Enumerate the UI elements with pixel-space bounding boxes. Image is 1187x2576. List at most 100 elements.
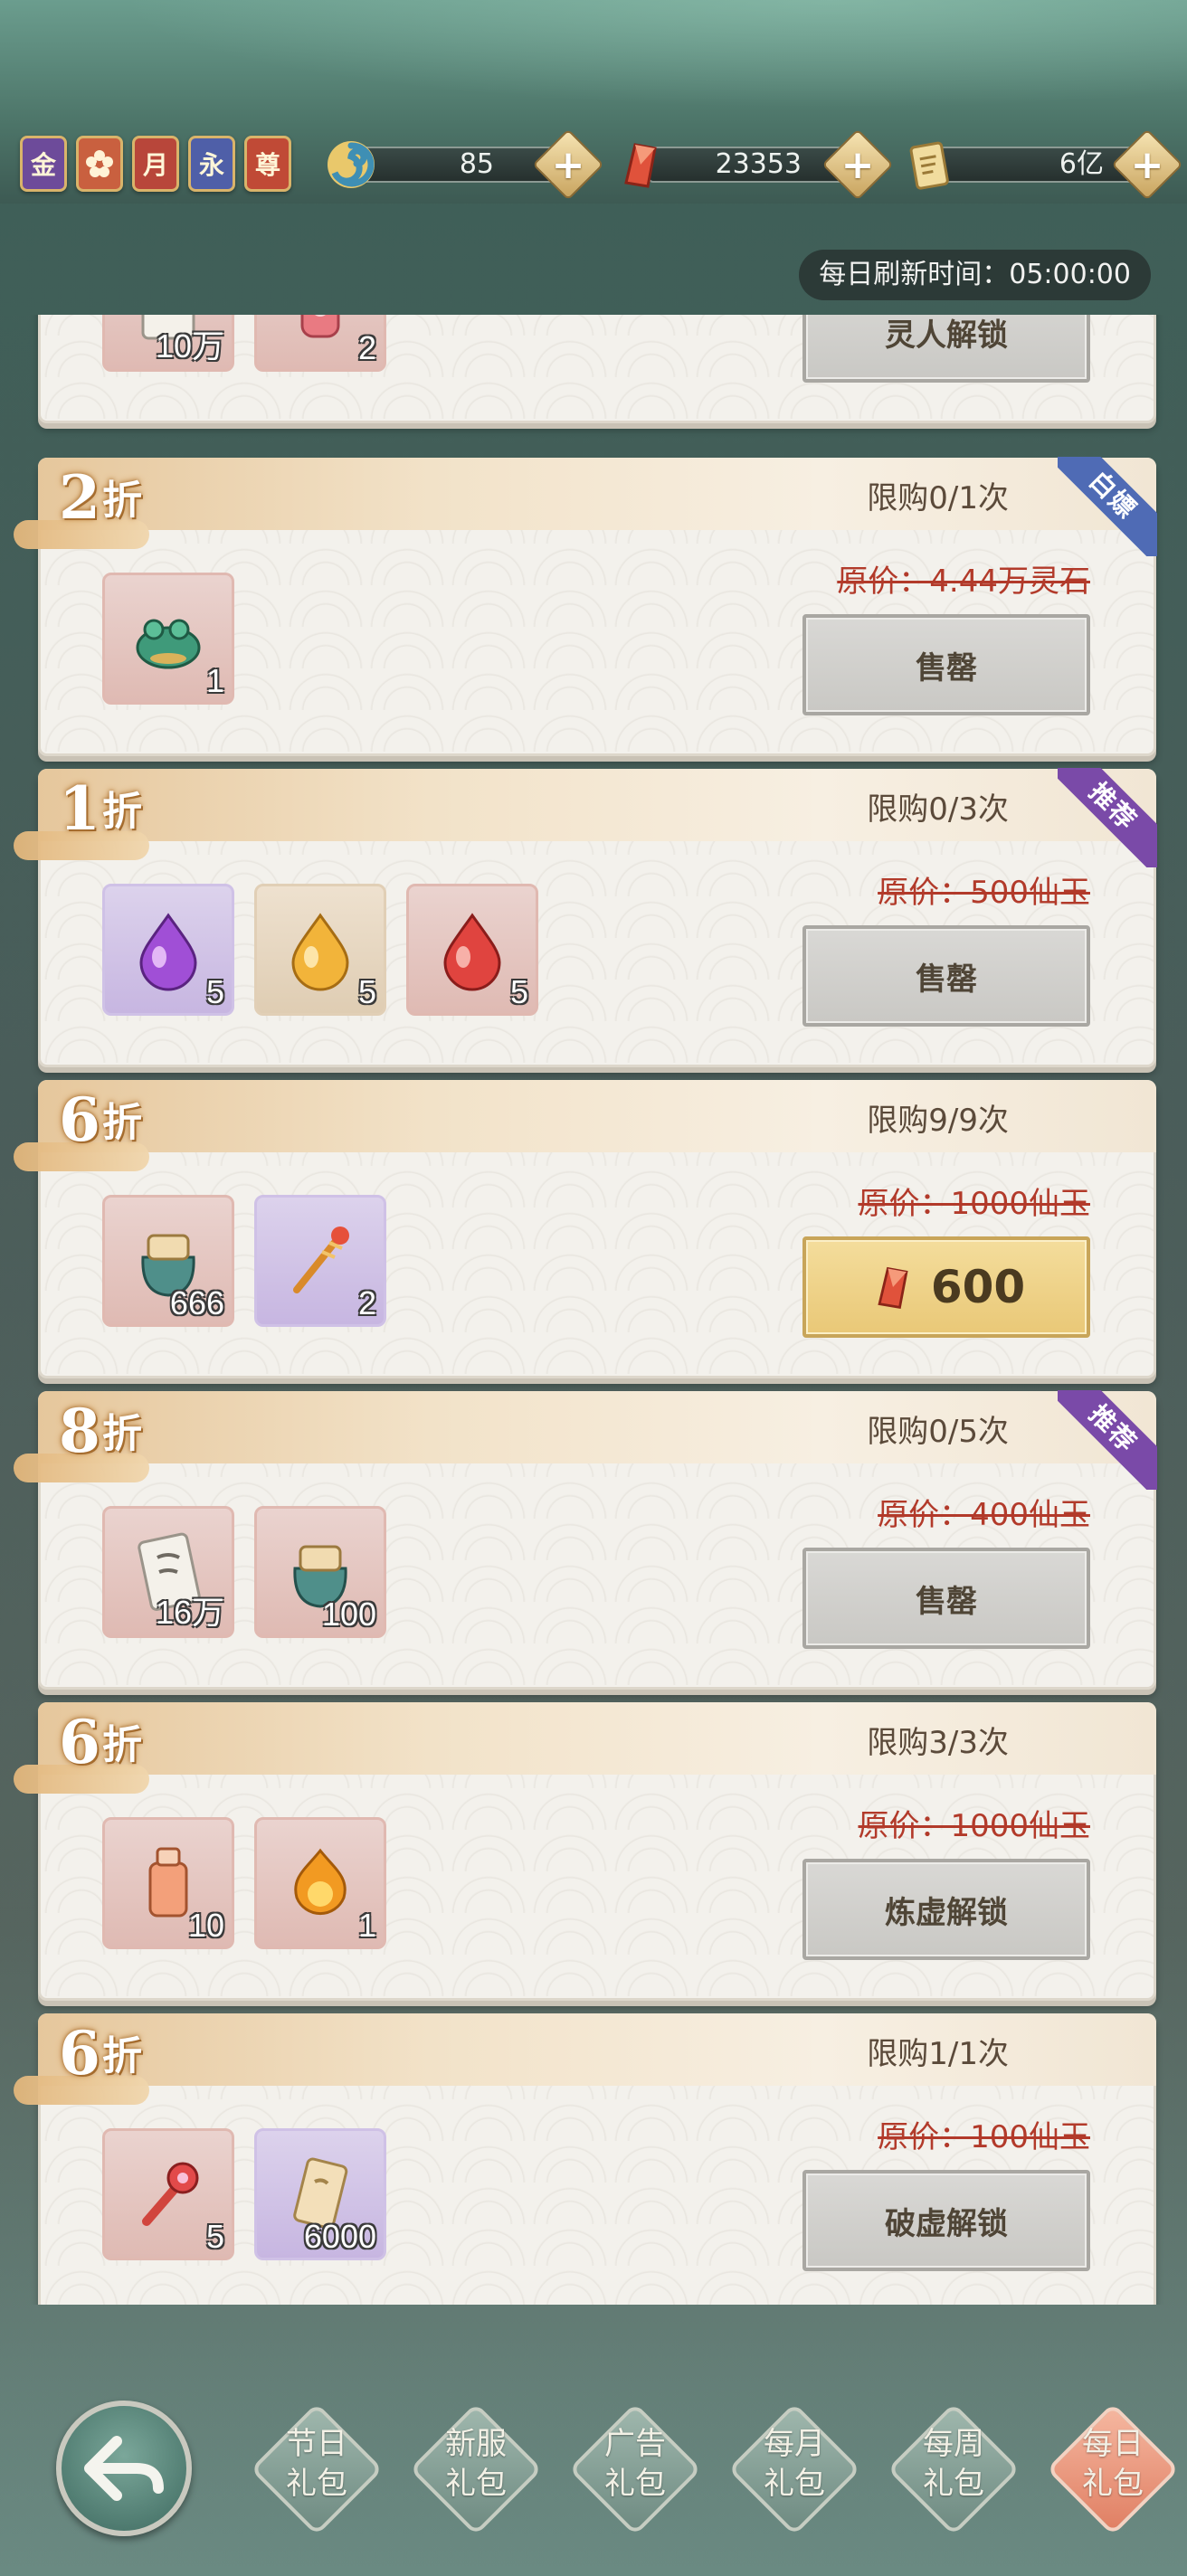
purple-gem-icon: [139, 913, 197, 991]
item-slot[interactable]: 1: [102, 573, 234, 705]
pack-card: 10万 2 灵人解锁: [38, 315, 1156, 423]
item-slot[interactable]: 16万: [102, 1506, 234, 1638]
original-price: 原价：100仙玉: [878, 2119, 1090, 2155]
original-price: 原价：400仙玉: [878, 1497, 1090, 1533]
purchase-limit: 限购0/3次: [867, 791, 1009, 828]
item-quantity: 1: [205, 662, 224, 699]
item-slot[interactable]: 1: [254, 1817, 386, 1949]
item-quantity: 666: [169, 1284, 224, 1321]
item-slot[interactable]: 5: [254, 884, 386, 1016]
discount-label: 6折: [59, 1707, 142, 1777]
red-jade-icon: [878, 1266, 908, 1310]
item-slot[interactable]: 5: [102, 884, 234, 1016]
original-price: 原价：500仙玉: [878, 875, 1090, 911]
badge-flower[interactable]: [76, 136, 123, 192]
daily-pack-list[interactable]: 10万 2 灵人解锁 2折 限购0/1次 白嫖 原价：4.44万灵石 1 售罄 …: [0, 315, 1187, 2305]
item-slot[interactable]: 5: [406, 884, 538, 1016]
tab-new-server-pack[interactable]: 新服 礼包: [409, 2402, 543, 2536]
item-quantity: 5: [509, 973, 528, 1010]
item-slot[interactable]: 100: [254, 1506, 386, 1638]
discount-label: 8折: [59, 1396, 142, 1466]
item-quantity: 5: [205, 973, 224, 1010]
discount-label: 1折: [59, 773, 142, 844]
add-spirit-button[interactable]: +: [532, 128, 604, 201]
red-jade-icon: [612, 136, 669, 194]
badge-supreme[interactable]: 尊: [244, 136, 291, 192]
back-button[interactable]: [56, 2401, 192, 2536]
pack-card: 6折 限购9/9次 原价：1000仙玉 666 2 600: [14, 1080, 1156, 1378]
flower-icon: [86, 150, 113, 177]
item-quantity: 100: [321, 1596, 376, 1633]
red-gem-icon: [443, 913, 501, 991]
item-quantity: 2: [357, 1284, 376, 1321]
refresh-time-label: 每日刷新时间：05:00:00: [799, 250, 1151, 300]
item-quantity: 16万: [155, 1594, 224, 1631]
discount-label: 6折: [59, 2018, 142, 2088]
vip-badges: 金 月 永 尊: [20, 136, 291, 192]
original-price: 原价：4.44万灵石: [837, 564, 1090, 600]
original-price: 原价：1000仙玉: [858, 1808, 1090, 1844]
pack-card: 6折 限购1/1次 原价：100仙玉 5 6000 破虚解锁: [14, 2013, 1156, 2305]
badge-forever[interactable]: 永: [188, 136, 235, 192]
discount-label: 6折: [59, 1084, 142, 1155]
pack-card: 8折 限购0/5次 推荐 原价：400仙玉 16万 100 售罄: [14, 1390, 1157, 1690]
pack-card: 6折 限购3/3次 原价：1000仙玉 10 1 炼虚解锁: [14, 1702, 1156, 2001]
currency-spirit-value: 85: [459, 148, 494, 180]
item-quantity: 5: [357, 973, 376, 1010]
item-quantity: 1: [357, 1907, 376, 1944]
item-slot[interactable]: 10: [102, 1817, 234, 1949]
corner-ribbon: 推荐: [1058, 768, 1157, 867]
currency-red-jade-value: 23353: [715, 148, 802, 180]
corner-ribbon: 推荐: [1058, 1390, 1157, 1490]
unlock-button[interactable]: 破虚解锁: [802, 2170, 1090, 2271]
purchase-limit: 限购1/1次: [867, 2036, 1009, 2072]
sword-charm-icon: [293, 1226, 349, 1293]
pack-card: 1折 限购0/3次 推荐 原价：500仙玉 5 5 5 售罄: [14, 768, 1157, 1067]
item-slot[interactable]: 2: [254, 1195, 386, 1327]
back-arrow-icon: [84, 2436, 164, 2501]
purchase-limit: 限购0/1次: [867, 480, 1009, 516]
tab-daily-pack[interactable]: 每日 礼包: [1046, 2402, 1180, 2536]
buy-price: 600: [930, 1261, 1026, 1313]
tab-monthly-pack[interactable]: 每月 礼包: [727, 2402, 861, 2536]
tab-weekly-pack[interactable]: 每周 礼包: [887, 2402, 1021, 2536]
sold-out-button[interactable]: 售罄: [802, 925, 1090, 1027]
add-red-jade-button[interactable]: +: [821, 128, 894, 201]
item-slot[interactable]: 10万: [102, 315, 234, 372]
item-quantity: 10万: [155, 327, 224, 365]
pack-card: 2折 限购0/1次 白嫖 原价：4.44万灵石 1 售罄: [14, 457, 1157, 756]
purchase-limit: 限购0/5次: [867, 1414, 1009, 1450]
item-slot[interactable]: 5: [102, 2128, 234, 2260]
item-quantity: 5: [205, 2218, 224, 2255]
unlock-button[interactable]: 炼虚解锁: [802, 1859, 1090, 1960]
gold-gem-icon: [291, 913, 349, 991]
discount-label: 2折: [59, 462, 142, 533]
currency-red-jade: 23353 +: [612, 128, 894, 201]
scroll-coin-icon: [901, 136, 959, 194]
item-slot[interactable]: 6000: [254, 2128, 386, 2260]
unlock-button[interactable]: 灵人解锁: [802, 315, 1090, 383]
flame-orb-icon: [294, 1848, 347, 1916]
badge-month[interactable]: 月: [132, 136, 179, 192]
buy-button[interactable]: 600: [802, 1236, 1090, 1338]
item-slot[interactable]: 666: [102, 1195, 234, 1327]
add-scroll-button[interactable]: +: [1111, 128, 1183, 201]
sold-out-button[interactable]: 售罄: [802, 614, 1090, 715]
item-quantity: 2: [357, 329, 376, 366]
currency-spirit: 85 +: [322, 128, 604, 201]
tab-ad-pack[interactable]: 广告 礼包: [568, 2402, 702, 2536]
currency-scroll-value: 6亿: [1059, 148, 1104, 180]
badge-gold[interactable]: 金: [20, 136, 67, 192]
purchase-limit: 限购3/3次: [867, 1725, 1009, 1761]
item-slot[interactable]: 2: [254, 315, 386, 372]
currency-scroll: 6亿 +: [901, 128, 1183, 201]
potion-jar-icon: [300, 315, 340, 338]
ruby-key-icon: [142, 2162, 199, 2226]
item-quantity: 6000: [303, 2218, 376, 2255]
corner-ribbon: 白嫖: [1058, 457, 1157, 556]
sold-out-button[interactable]: 售罄: [802, 1548, 1090, 1649]
bottom-nav: 节日 礼包 新服 礼包 广告 礼包 每月 礼包 每周 礼包 每日 礼包: [0, 2361, 1187, 2576]
spirit-swirl-icon: [322, 136, 380, 194]
tab-festival-pack[interactable]: 节日 礼包: [250, 2402, 384, 2536]
original-price: 原价：1000仙玉: [858, 1186, 1090, 1222]
